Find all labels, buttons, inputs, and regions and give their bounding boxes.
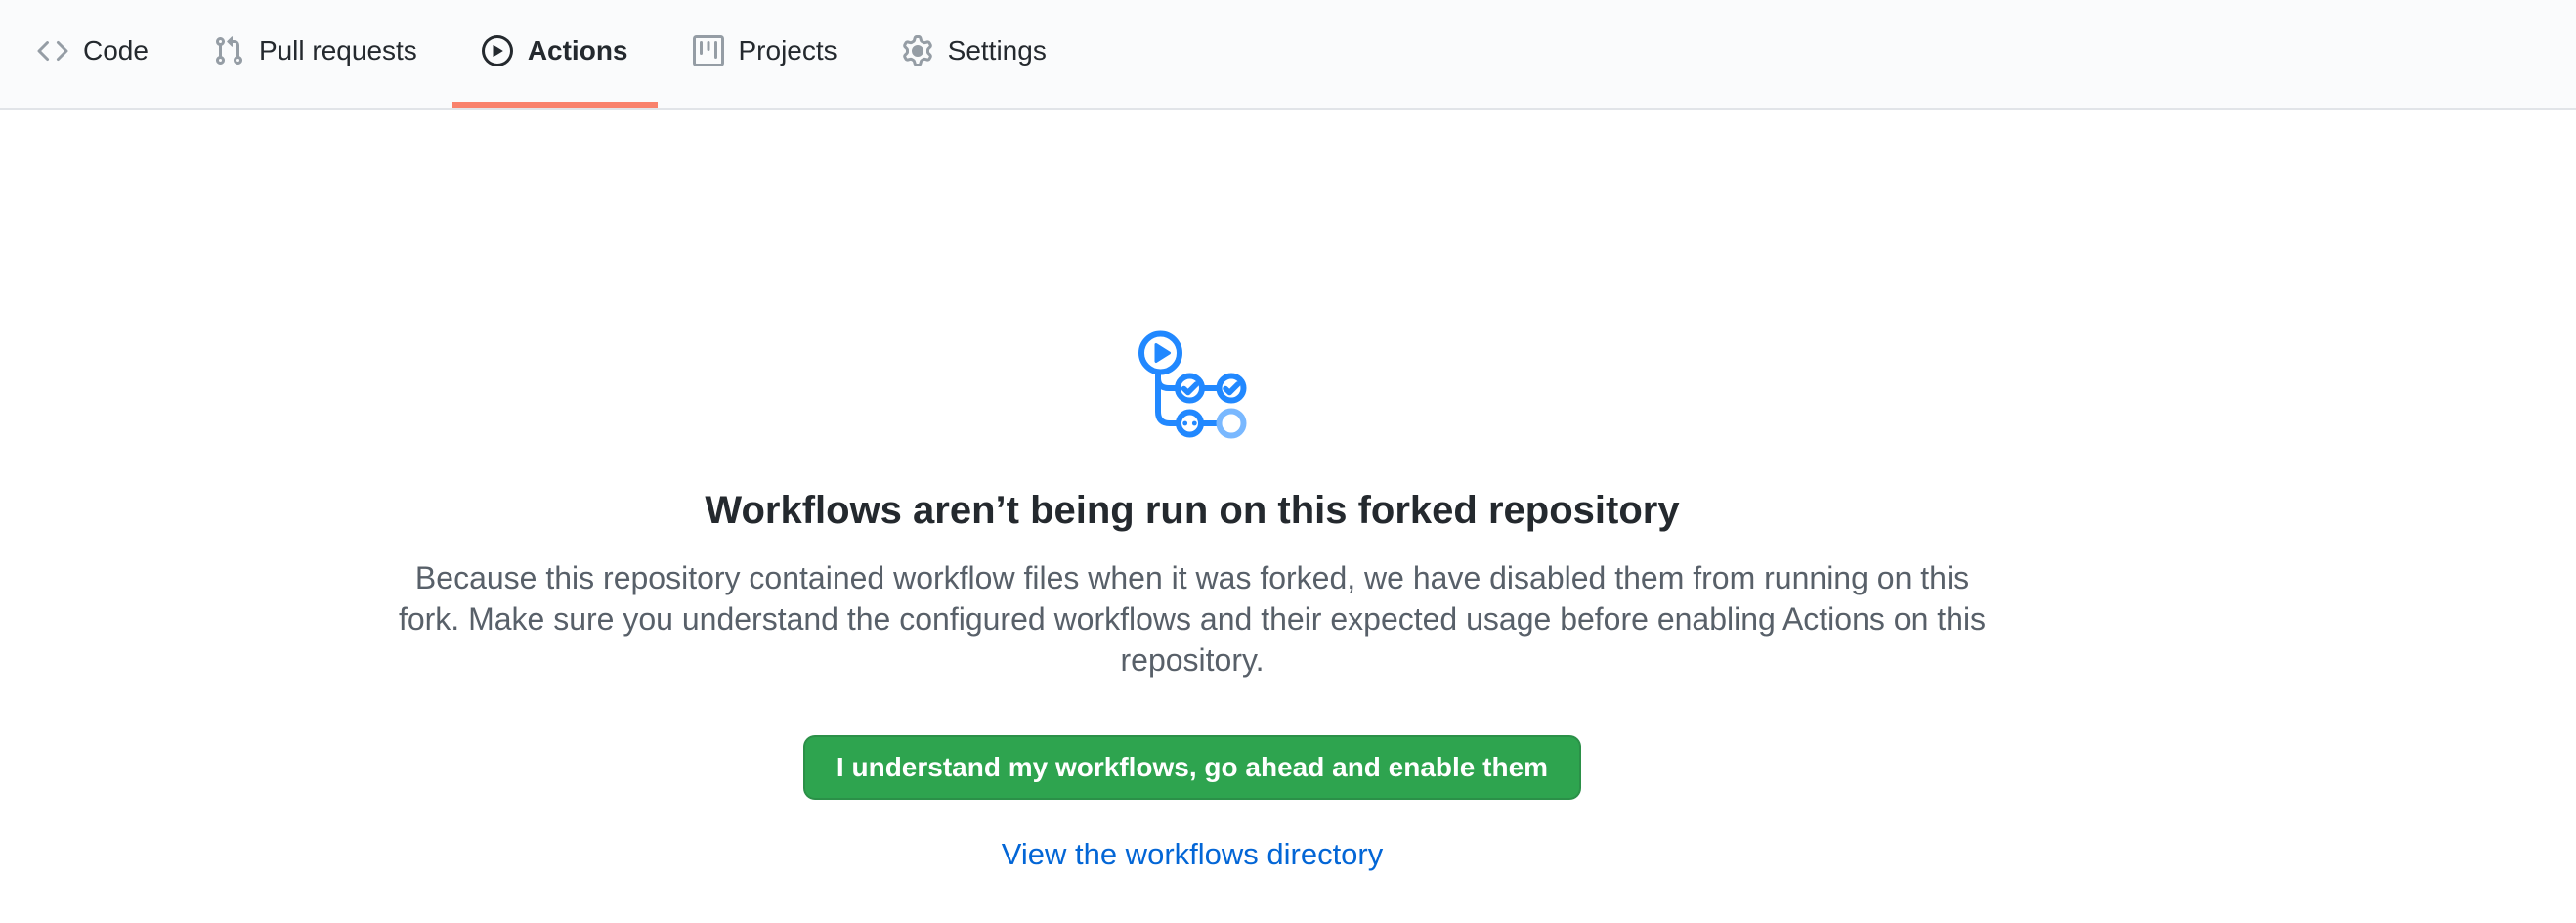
tab-projects-label: Projects — [739, 37, 837, 65]
tab-code-label: Code — [83, 37, 149, 65]
project-icon — [693, 35, 724, 66]
play-icon — [482, 35, 513, 66]
gear-icon — [902, 35, 933, 66]
tab-pull-requests-label: Pull requests — [259, 37, 417, 65]
actions-blankslate: Workflows aren’t being run on this forke… — [0, 110, 2576, 872]
tab-settings-label: Settings — [948, 37, 1047, 65]
view-workflows-directory-link[interactable]: View the workflows directory — [0, 837, 2384, 872]
code-icon — [37, 35, 68, 66]
repo-tab-nav: Code Pull requests Actions Projects Sett… — [0, 0, 2576, 110]
tab-projects[interactable]: Projects — [664, 0, 867, 108]
tab-pull-requests[interactable]: Pull requests — [184, 0, 447, 108]
page-title: Workflows aren’t being run on this forke… — [0, 487, 2384, 534]
tab-code[interactable]: Code — [8, 0, 178, 108]
blankslate-description: Because this repository contained workfl… — [391, 557, 1994, 681]
workflow-graph-icon — [1138, 330, 1247, 439]
enable-workflows-button[interactable]: I understand my workflows, go ahead and … — [803, 735, 1581, 800]
tab-actions-label: Actions — [528, 37, 628, 65]
tab-settings[interactable]: Settings — [873, 0, 1076, 108]
git-pull-request-icon — [213, 35, 244, 66]
tab-actions[interactable]: Actions — [452, 0, 658, 108]
